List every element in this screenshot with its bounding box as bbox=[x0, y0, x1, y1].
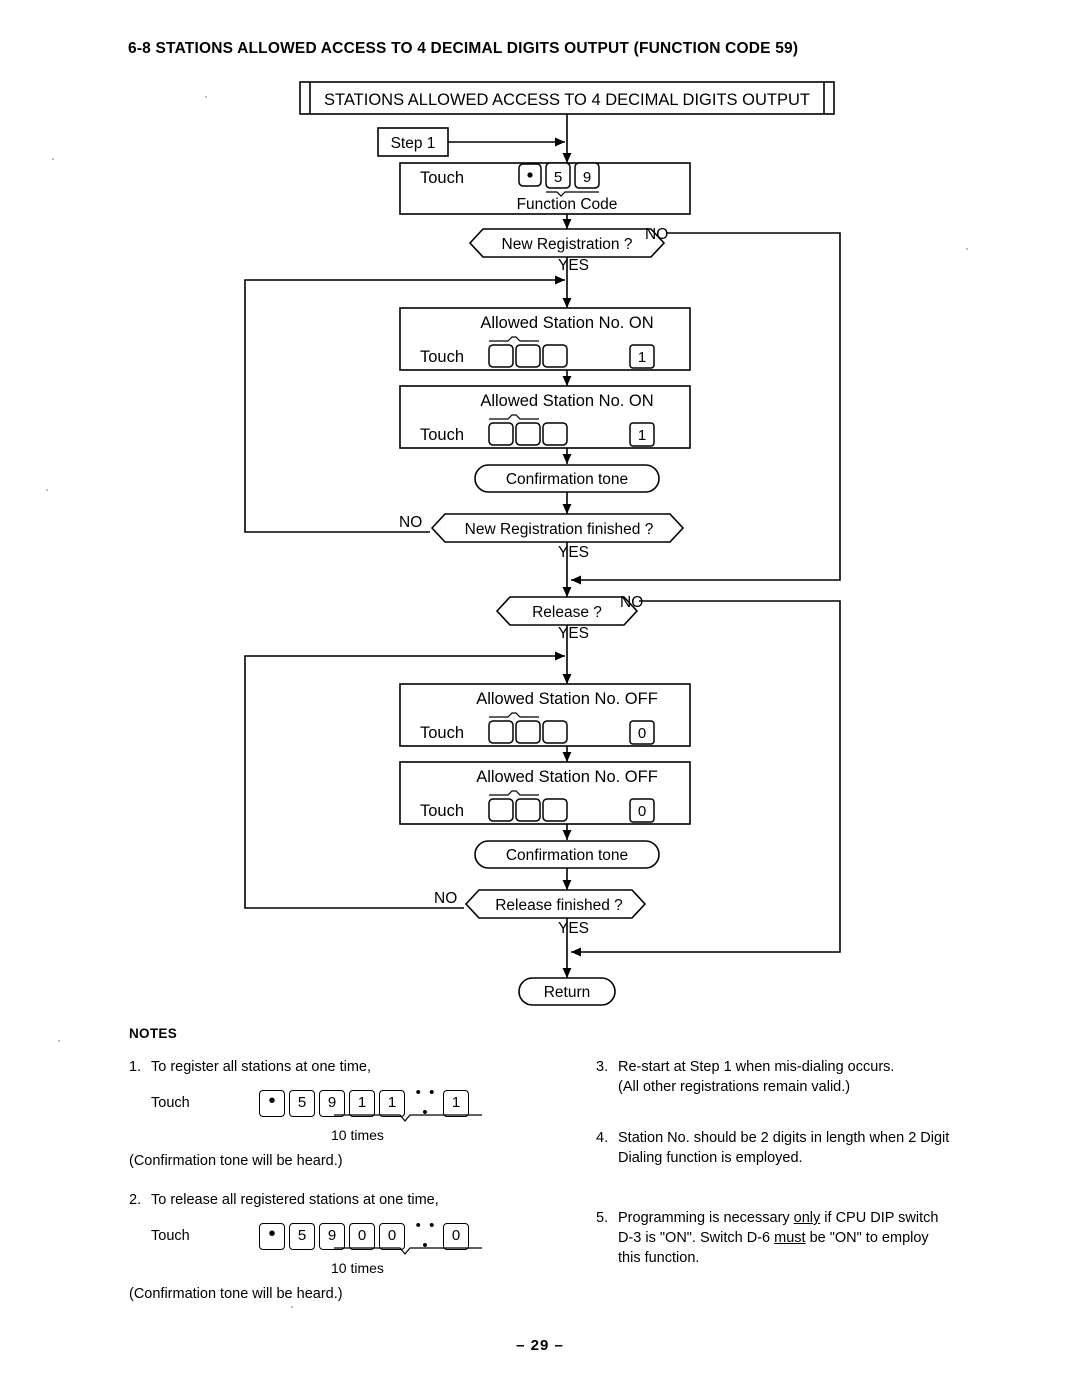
note-2-key-dot: • bbox=[259, 1222, 285, 1250]
note-5-part1: Programming is necessary bbox=[618, 1210, 794, 1226]
touch-label-off-2: Touch bbox=[420, 802, 464, 820]
dot-key-icon bbox=[527, 172, 533, 178]
note-5-number: 5. bbox=[596, 1210, 609, 1226]
branch-yes-release-finished: YES bbox=[558, 920, 589, 937]
branch-no-release: NO bbox=[620, 594, 643, 611]
manual-page: 6-8 STATIONS ALLOWED ACCESS TO 4 DECIMAL… bbox=[0, 0, 1080, 1397]
note-item-2: 2. To release all registered stations at… bbox=[129, 1190, 529, 1304]
note-item-5: 5. Programming is necessary only if CPU … bbox=[596, 1208, 1032, 1268]
branch-no-new-registration: NO bbox=[645, 226, 668, 243]
note-3-line2: (All other registrations remain valid.) bbox=[618, 1079, 851, 1095]
touch-label-on-1: Touch bbox=[420, 348, 464, 366]
touch-label: Touch bbox=[420, 169, 464, 187]
note-4-line2: Dialing function is employed. bbox=[618, 1150, 803, 1166]
note-item-4: 4. Station No. should be 2 digits in len… bbox=[596, 1128, 1030, 1168]
note-3-number: 3. bbox=[596, 1059, 609, 1075]
branch-no-new-registration-finished: NO bbox=[399, 514, 422, 531]
touch-function-code-box: Touch 5 9 Function Code bbox=[399, 162, 691, 215]
note-2-times-brace bbox=[334, 1247, 482, 1255]
note-2-times-label: 10 times bbox=[331, 1260, 384, 1276]
decision-release: Release ? bbox=[495, 596, 639, 626]
state-key-on-2-label: 1 bbox=[638, 427, 646, 444]
terminal-title-text: STATIONS ALLOWED ACCESS TO 4 DECIMAL DIG… bbox=[324, 91, 810, 109]
step-1-label: Step 1 bbox=[391, 135, 436, 152]
note-5-part4: be "ON" to employ bbox=[805, 1230, 929, 1246]
allowed-station-on-box-1: Allowed Station No. ON Touch 1 bbox=[399, 307, 691, 371]
note-2-line-last: (Confirmation tone will be heard.) bbox=[129, 1286, 343, 1302]
allowed-station-off-box-2: Allowed Station No. OFF Touch 0 bbox=[399, 761, 691, 825]
note-5-underline-must: must bbox=[774, 1230, 806, 1246]
return-label: Return bbox=[544, 984, 591, 1001]
decision-release-finished-label: Release finished ? bbox=[495, 897, 623, 914]
allowed-station-on-header-1: Allowed Station No. ON bbox=[480, 314, 653, 332]
function-code-key-2: 9 bbox=[583, 169, 591, 186]
touch-label-on-2: Touch bbox=[420, 426, 464, 444]
confirmation-tone-2-label: Confirmation tone bbox=[506, 847, 628, 864]
confirmation-tone-1-label: Confirmation tone bbox=[506, 471, 628, 488]
note-2-line1: To release all registered stations at on… bbox=[151, 1192, 439, 1208]
note-2-key-2: 5 bbox=[289, 1222, 315, 1250]
note-2-number: 2. bbox=[129, 1192, 142, 1208]
allowed-station-off-box-1: Allowed Station No. OFF Touch 0 bbox=[399, 683, 691, 747]
allowed-station-on-box-2: Allowed Station No. ON Touch 1 bbox=[399, 385, 691, 449]
state-key-off-2-label: 0 bbox=[638, 803, 646, 820]
note-4-number: 4. bbox=[596, 1130, 609, 1146]
note-5-underline-only: only bbox=[793, 1210, 821, 1226]
note-1-key-sequence: Touch • 5 9 1 1• • •1 bbox=[151, 1083, 529, 1122]
decision-new-registration: New Registration ? bbox=[468, 228, 666, 258]
function-code-label: Function Code bbox=[517, 196, 618, 213]
confirmation-tone-1: Confirmation tone bbox=[474, 464, 660, 493]
decision-new-registration-finished: New Registration finished ? bbox=[430, 513, 685, 543]
allowed-station-on-header-2: Allowed Station No. ON bbox=[480, 392, 653, 410]
note-1-touch-label: Touch bbox=[151, 1094, 190, 1111]
note-1-times-brace bbox=[334, 1114, 482, 1122]
note-item-1: 1. To register all stations at one time,… bbox=[129, 1057, 529, 1171]
note-3-line1: Re-start at Step 1 when mis-dialing occu… bbox=[618, 1059, 895, 1075]
note-1-key-dot: • bbox=[259, 1089, 285, 1117]
note-1-key-2: 5 bbox=[289, 1089, 315, 1117]
branch-no-release-finished: NO bbox=[434, 890, 457, 907]
confirmation-tone-2: Confirmation tone bbox=[474, 840, 660, 869]
branch-yes-new-registration-finished: YES bbox=[558, 544, 589, 561]
decision-release-finished: Release finished ? bbox=[464, 889, 647, 919]
allowed-station-off-header-2: Allowed Station No. OFF bbox=[476, 768, 658, 786]
note-1-line-last: (Confirmation tone will be heard.) bbox=[129, 1153, 343, 1169]
branch-yes-new-registration: YES bbox=[558, 257, 589, 274]
note-1-times-label: 10 times bbox=[331, 1127, 384, 1143]
return-terminal: Return bbox=[518, 977, 616, 1006]
decision-new-registration-label: New Registration ? bbox=[502, 236, 633, 253]
decision-release-label: Release ? bbox=[532, 604, 602, 621]
notes-heading: NOTES bbox=[129, 1026, 178, 1041]
terminal-title-box: STATIONS ALLOWED ACCESS TO 4 DECIMAL DIG… bbox=[299, 81, 835, 115]
note-2-key-sequence: Touch • 5 9 0 0• • •0 bbox=[151, 1216, 529, 1255]
touch-label-off-1: Touch bbox=[420, 724, 464, 742]
note-5-part3: D-3 is "ON". Switch D-6 bbox=[618, 1230, 775, 1246]
allowed-station-off-header-1: Allowed Station No. OFF bbox=[476, 690, 658, 708]
note-4-line1: Station No. should be 2 digits in length… bbox=[618, 1130, 950, 1146]
decision-new-registration-finished-label: New Registration finished ? bbox=[465, 521, 654, 538]
note-item-3: 3. Re-start at Step 1 when mis-dialing o… bbox=[596, 1057, 1026, 1097]
note-5-part5: this function. bbox=[618, 1250, 700, 1266]
branch-yes-release: YES bbox=[558, 625, 589, 642]
note-1-line1: To register all stations at one time, bbox=[151, 1059, 372, 1075]
state-key-off-1-label: 0 bbox=[638, 725, 646, 742]
page-number: – 29 – bbox=[516, 1337, 564, 1354]
note-5-part2: if CPU DIP switch bbox=[820, 1210, 939, 1226]
note-1-number: 1. bbox=[129, 1059, 142, 1075]
note-2-touch-label: Touch bbox=[151, 1227, 190, 1244]
step-1-box: Step 1 bbox=[377, 127, 449, 157]
state-key-on-1-label: 1 bbox=[638, 349, 646, 366]
flowchart: STATIONS ALLOWED ACCESS TO 4 DECIMAL DIG… bbox=[244, 81, 841, 1006]
function-code-key-1: 5 bbox=[554, 169, 562, 186]
